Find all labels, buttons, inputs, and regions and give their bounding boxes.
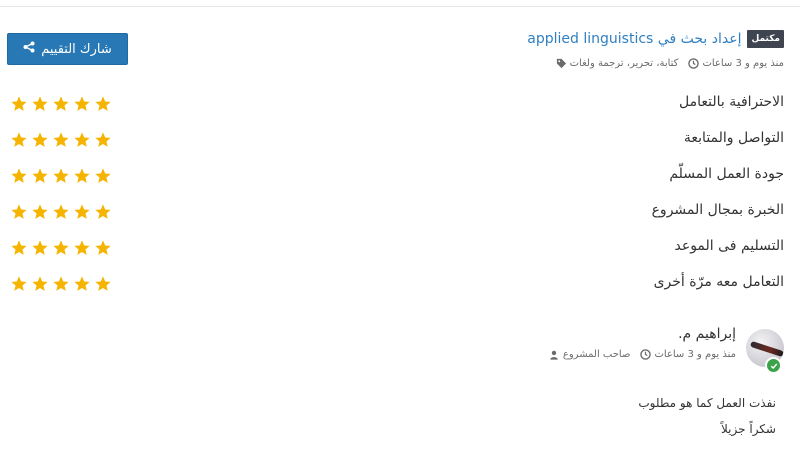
rating-label: التواصل والمتابعة <box>683 130 784 146</box>
star-icon <box>94 275 112 293</box>
star-rating <box>10 203 112 221</box>
status-badge: مكتمل <box>747 30 784 48</box>
rating-label: الاحترافية بالتعامل <box>678 94 784 110</box>
rating-row: التسليم فى الموعد <box>0 236 800 272</box>
star-icon <box>10 131 28 149</box>
rating-row: جودة العمل المسلّم <box>0 164 800 200</box>
star-icon <box>10 239 28 257</box>
star-rating <box>10 239 112 257</box>
star-rating <box>10 95 112 113</box>
project-title-link[interactable]: إعداد بحث في applied linguistics <box>527 31 741 47</box>
rating-row: الاحترافية بالتعامل <box>0 92 800 128</box>
star-icon <box>94 95 112 113</box>
review-line: شكراً جزيلاً <box>721 422 776 436</box>
star-rating <box>10 131 112 149</box>
top-divider <box>0 6 800 7</box>
star-icon <box>31 275 49 293</box>
reviewer-name[interactable]: إبراهيم م. <box>678 326 736 342</box>
verified-check-icon <box>765 357 782 374</box>
rating-label: جودة العمل المسلّم <box>669 166 784 182</box>
ratings-list: الاحترافية بالتعامل التواصل والمتابعة جو… <box>0 92 800 308</box>
avatar-pen-image <box>749 340 784 358</box>
project-header: مكتمل إعداد بحث في applied linguistics ك… <box>14 28 784 78</box>
star-icon <box>94 239 112 257</box>
rating-label: التعامل معه مرّة أخرى <box>653 274 784 290</box>
project-tags-text: كتابة، تحرير، ترجمة ولغات <box>569 58 679 69</box>
star-rating <box>10 275 112 293</box>
star-icon <box>52 167 70 185</box>
star-icon <box>31 203 49 221</box>
user-icon <box>549 349 560 360</box>
reviewer-meta: صاحب المشروع منذ يوم و 3 ساعات <box>549 349 736 360</box>
star-icon <box>52 275 70 293</box>
star-icon <box>31 167 49 185</box>
star-icon <box>31 95 49 113</box>
star-icon <box>73 167 91 185</box>
star-icon <box>73 275 91 293</box>
rating-row: التواصل والمتابعة <box>0 128 800 164</box>
review-time-text: منذ يوم و 3 ساعات <box>654 349 736 360</box>
star-icon <box>52 239 70 257</box>
review-time: منذ يوم و 3 ساعات <box>640 349 736 360</box>
review-line: نفذت العمل كما هو مطلوب <box>638 396 776 410</box>
star-icon <box>52 131 70 149</box>
star-rating <box>10 167 112 185</box>
share-button-label: شارك التقييم <box>41 41 112 57</box>
star-icon <box>31 131 49 149</box>
star-icon <box>94 167 112 185</box>
reviewer-role-text: صاحب المشروع <box>562 349 631 360</box>
review-page: مكتمل إعداد بحث في applied linguistics ك… <box>0 0 800 460</box>
star-icon <box>10 167 28 185</box>
star-icon <box>10 203 28 221</box>
share-rating-button[interactable]: شارك التقييم <box>7 33 128 65</box>
project-tags: كتابة، تحرير، ترجمة ولغات <box>556 58 679 69</box>
star-icon <box>10 275 28 293</box>
rating-label: الخبرة بمجال المشروع <box>651 202 784 218</box>
star-icon <box>73 203 91 221</box>
star-icon <box>52 203 70 221</box>
project-time-text: منذ يوم و 3 ساعات <box>702 58 784 69</box>
star-icon <box>10 95 28 113</box>
star-icon <box>73 95 91 113</box>
star-icon <box>94 131 112 149</box>
star-icon <box>52 95 70 113</box>
clock-icon <box>688 58 700 69</box>
tags-icon <box>556 58 567 69</box>
project-title-row: مكتمل إعداد بحث في applied linguistics <box>527 28 784 50</box>
rating-row: التعامل معه مرّة أخرى <box>0 272 800 308</box>
project-meta: كتابة، تحرير، ترجمة ولغات منذ يوم و 3 سا… <box>556 58 784 69</box>
star-icon <box>73 239 91 257</box>
reviewer-block: إبراهيم م. صاحب المشروع منذ يوم و 3 ساعا… <box>384 326 784 376</box>
star-icon <box>94 203 112 221</box>
reviewer-role: صاحب المشروع <box>549 349 631 360</box>
project-time: منذ يوم و 3 ساعات <box>688 58 784 69</box>
rating-label: التسليم فى الموعد <box>674 238 785 254</box>
star-icon <box>31 239 49 257</box>
review-comment: نفذت العمل كما هو مطلوب شكراً جزيلاً <box>638 390 776 442</box>
star-icon <box>73 131 91 149</box>
share-icon <box>23 41 35 57</box>
rating-row: الخبرة بمجال المشروع <box>0 200 800 236</box>
clock-icon <box>640 349 652 360</box>
